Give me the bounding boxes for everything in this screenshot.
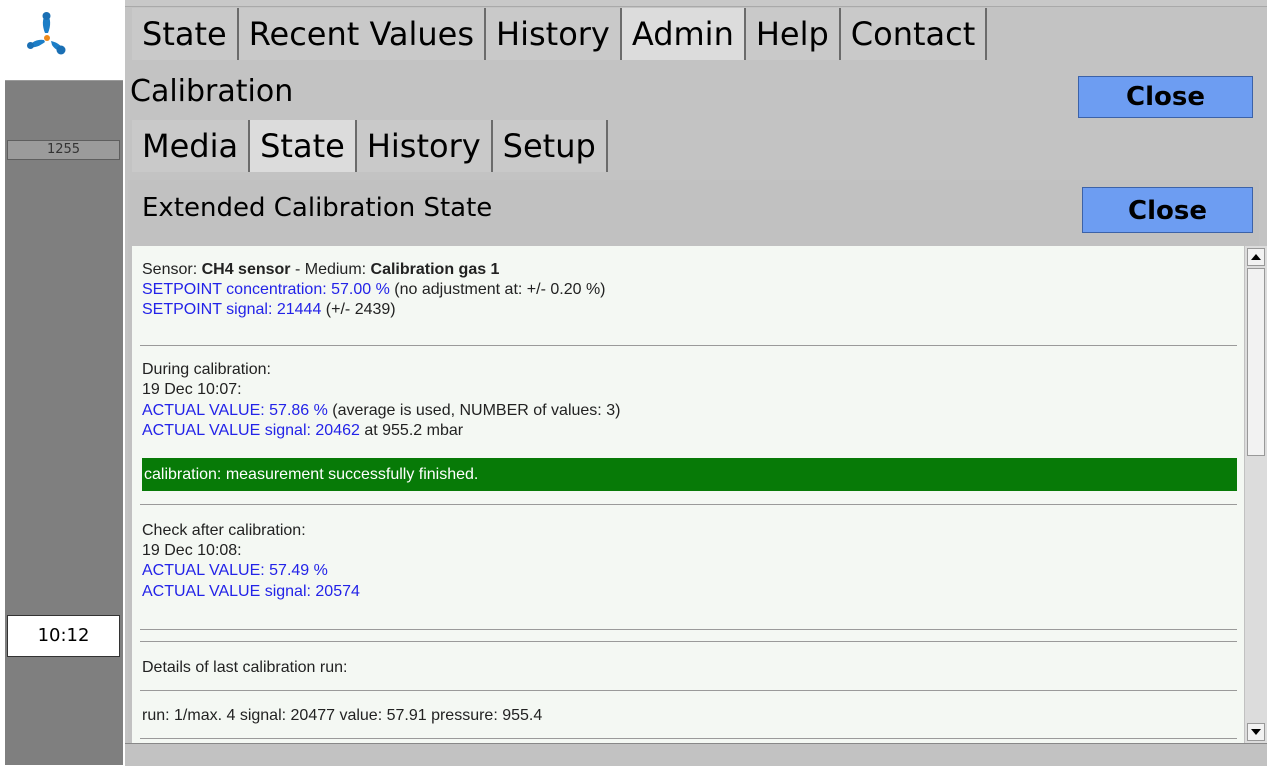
clock-display: 10:12 bbox=[7, 615, 120, 657]
arrow-up-icon bbox=[1251, 254, 1261, 260]
calibration-run-line: run: 1/max. 4 signal: 20477 value: 57.91… bbox=[142, 707, 543, 724]
during-time: 19 Dec 10:07: bbox=[142, 381, 242, 398]
tab-admin[interactable]: Admin bbox=[621, 8, 746, 60]
during-actual-signal-line: ACTUAL VALUE signal: 20462 at 955.2 mbar bbox=[142, 421, 463, 441]
propeller-logo-icon bbox=[27, 12, 66, 55]
main-nav-tabs: State Recent Values History Admin Help C… bbox=[132, 8, 988, 60]
during-actual-value-note: (average is used, NUMBER of values: 3) bbox=[327, 402, 621, 419]
check-actual-value: ACTUAL VALUE: 57.49 % bbox=[142, 561, 328, 581]
tab-setup[interactable]: Setup bbox=[492, 120, 608, 172]
logo[interactable] bbox=[5, 0, 123, 81]
setpoint-signal-note: (+/- 2439) bbox=[321, 301, 396, 318]
medium-name: Calibration gas 1 bbox=[370, 261, 500, 278]
check-actual-signal-text: ACTUAL VALUE signal: 20574 bbox=[142, 583, 360, 600]
divider bbox=[140, 738, 1237, 739]
sensor-prefix: Sensor: bbox=[142, 261, 202, 278]
tab-history[interactable]: History bbox=[486, 8, 622, 60]
check-actual-signal: ACTUAL VALUE signal: 20574 bbox=[142, 582, 360, 602]
tab-calibration-history[interactable]: History bbox=[356, 120, 493, 172]
divider bbox=[140, 690, 1237, 691]
check-time: 19 Dec 10:08: bbox=[142, 542, 242, 559]
during-actual-value: ACTUAL VALUE: 57.86 % bbox=[142, 402, 328, 419]
top-border bbox=[125, 0, 1267, 7]
check-heading: Check after calibration: bbox=[142, 522, 306, 539]
calibration-title: Calibration bbox=[130, 74, 294, 109]
success-status-bar: calibration: measurement successfully fi… bbox=[142, 458, 1237, 491]
calibration-close-button[interactable]: Close bbox=[1078, 76, 1253, 118]
scroll-down-button[interactable] bbox=[1247, 723, 1265, 741]
during-heading: During calibration: bbox=[142, 361, 271, 378]
counter-display: 1255 bbox=[7, 140, 120, 160]
divider bbox=[140, 629, 1237, 630]
tab-recent-values[interactable]: Recent Values bbox=[238, 8, 487, 60]
scroll-up-button[interactable] bbox=[1247, 248, 1265, 266]
sensor-line: Sensor: CH4 sensor - Medium: Calibration… bbox=[142, 260, 499, 280]
details-heading: Details of last calibration run: bbox=[142, 659, 348, 676]
divider bbox=[140, 641, 1237, 642]
calibration-state-content: Sensor: CH4 sensor - Medium: Calibration… bbox=[132, 246, 1244, 743]
tab-media[interactable]: Media bbox=[132, 120, 251, 172]
bottom-strip bbox=[125, 743, 1267, 766]
panel-title: Extended Calibration State bbox=[142, 193, 493, 223]
tab-calibration-state[interactable]: State bbox=[250, 120, 357, 172]
setpoint-concentration-note: (no adjustment at: +/- 0.20 %) bbox=[389, 281, 606, 298]
setpoint-concentration: SETPOINT concentration: 57.00 % bbox=[142, 281, 390, 298]
setpoint-signal-line: SETPOINT signal: 21444 (+/- 2439) bbox=[142, 300, 396, 320]
tab-help[interactable]: Help bbox=[745, 8, 841, 60]
tab-state[interactable]: State bbox=[132, 8, 239, 60]
arrow-down-icon bbox=[1251, 729, 1261, 735]
divider bbox=[140, 345, 1237, 346]
scrollbar-thumb[interactable] bbox=[1247, 268, 1265, 456]
sensor-name: CH4 sensor bbox=[201, 261, 291, 278]
during-actual-signal-note: at 955.2 mbar bbox=[359, 422, 464, 439]
calibration-tabs: Media State History Setup bbox=[132, 120, 608, 172]
panel-close-button[interactable]: Close bbox=[1082, 187, 1253, 233]
during-actual-signal: ACTUAL VALUE signal: 20462 bbox=[142, 422, 360, 439]
divider bbox=[140, 504, 1237, 505]
during-actual-value-line: ACTUAL VALUE: 57.86 % (average is used, … bbox=[142, 401, 620, 421]
medium-prefix: - Medium: bbox=[290, 261, 371, 278]
tab-contact[interactable]: Contact bbox=[840, 8, 988, 60]
check-actual-value-text: ACTUAL VALUE: 57.49 % bbox=[142, 562, 328, 579]
setpoint-concentration-line: SETPOINT concentration: 57.00 % (no adju… bbox=[142, 280, 606, 300]
setpoint-signal: SETPOINT signal: 21444 bbox=[142, 301, 322, 318]
